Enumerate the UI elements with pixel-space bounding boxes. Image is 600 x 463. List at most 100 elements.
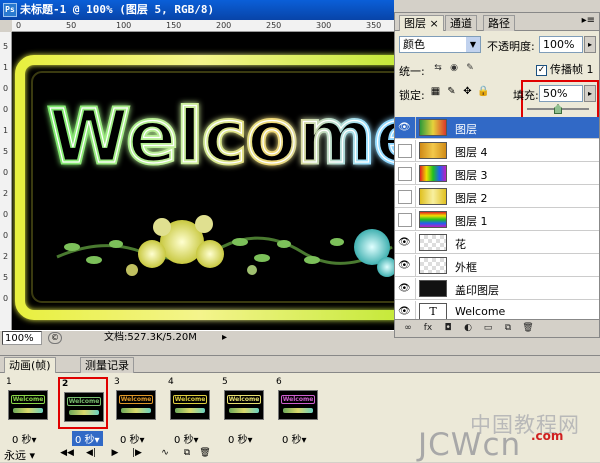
opacity-input[interactable]: 100% bbox=[539, 36, 583, 53]
layer-thumbnail bbox=[419, 165, 447, 182]
propagate-frame-checkbox[interactable]: ✓ 传播帧 1 bbox=[536, 61, 594, 77]
frame-thumbnail: Welcome bbox=[8, 390, 48, 420]
document-title: 未标题-1 @ 100% (图层 5, RGB/8) bbox=[20, 3, 215, 16]
ruler-tick: 200 bbox=[216, 21, 232, 30]
divider bbox=[415, 255, 416, 277]
frame-thumbnail-text: Welcome bbox=[119, 395, 153, 404]
visibility-toggle[interactable] bbox=[398, 213, 412, 227]
frame-delay-select[interactable]: 0 秒▾ bbox=[120, 431, 145, 446]
visibility-toggle[interactable] bbox=[398, 167, 412, 181]
ruler-tick: 2 bbox=[3, 252, 9, 261]
divider bbox=[415, 140, 416, 162]
frame-thumbnail-text: Welcome bbox=[173, 395, 207, 404]
layer-row[interactable]: 图层 1 bbox=[395, 209, 599, 231]
canvas[interactable]: Welcome Welcome bbox=[12, 32, 394, 330]
fill-arrow-icon[interactable]: ▸ bbox=[584, 85, 596, 102]
lock-image-icon[interactable]: ✎ bbox=[445, 85, 458, 99]
ruler-tick: 5 bbox=[3, 147, 9, 156]
unify-style-icon[interactable]: ✎ bbox=[463, 61, 477, 75]
unify-position-icon[interactable]: ⇆ bbox=[431, 61, 445, 75]
animation-frame[interactable]: 3 Welcome bbox=[112, 377, 162, 429]
animation-frame[interactable]: 5 Welcome bbox=[220, 377, 270, 429]
layer-style-icon[interactable]: fx bbox=[421, 322, 435, 335]
layer-row[interactable]: 👁 T Welcome bbox=[395, 301, 599, 319]
tab-channels[interactable]: 通道 bbox=[445, 15, 477, 31]
ruler-tick: 350 bbox=[366, 21, 382, 30]
animation-frame[interactable]: 2 Welcome bbox=[58, 377, 108, 429]
unify-visibility-icon[interactable]: ◉ bbox=[447, 61, 461, 75]
opacity-arrow-icon[interactable]: ▸ bbox=[584, 36, 596, 53]
eye-icon[interactable]: 👁 bbox=[398, 305, 412, 319]
layer-row[interactable]: 👁 外框 bbox=[395, 255, 599, 277]
first-frame-icon[interactable]: ◀◀ bbox=[60, 447, 74, 460]
divider bbox=[415, 301, 416, 319]
layers-panel: 图层 × 通道 路径 ▸≡ 颜色 ▼ 不透明度: 100% ▸ 统一: ⇆ ◉ … bbox=[394, 12, 600, 338]
ruler-tick: 2 bbox=[3, 189, 9, 198]
next-frame-icon[interactable]: |▶ bbox=[130, 447, 144, 460]
frame-thumbnail-flowers bbox=[69, 410, 99, 415]
fill-input[interactable]: 50% bbox=[539, 85, 583, 102]
layer-row[interactable]: 👁 花 bbox=[395, 232, 599, 254]
loop-select[interactable]: 永远 ▾ bbox=[4, 447, 35, 463]
layer-row[interactable]: 👁 盖印图层 bbox=[395, 278, 599, 300]
animation-frame[interactable]: 6 Welcome bbox=[274, 377, 324, 429]
frame-delay-select[interactable]: 0 秒▾ bbox=[12, 431, 37, 446]
zoom-field[interactable]: 100% bbox=[2, 331, 42, 345]
tab-animation-frames[interactable]: 动画(帧) bbox=[4, 357, 56, 373]
delete-frame-icon[interactable]: 🗑 bbox=[198, 447, 212, 460]
opacity-label: 不透明度: bbox=[487, 40, 535, 53]
panel-menu-icon[interactable]: ▸≡ bbox=[582, 15, 595, 26]
layer-thumbnail bbox=[419, 119, 447, 136]
previous-frame-icon[interactable]: ◀| bbox=[84, 447, 98, 460]
duplicate-frame-icon[interactable]: ⧉ bbox=[180, 447, 194, 460]
link-layers-icon[interactable]: ∞ bbox=[401, 322, 415, 335]
frame-number: 4 bbox=[168, 377, 174, 387]
animation-frame[interactable]: 4 Welcome bbox=[166, 377, 216, 429]
play-icon[interactable]: ▶ bbox=[108, 447, 122, 460]
new-layer-icon[interactable]: ⧉ bbox=[501, 322, 515, 335]
ruler-tick: 0 bbox=[3, 231, 9, 240]
frame-number: 1 bbox=[6, 377, 12, 387]
frame-delay-select[interactable]: 0 秒▾ bbox=[228, 431, 253, 446]
eye-icon[interactable]: 👁 bbox=[398, 259, 412, 273]
layer-row[interactable]: 图层 3 bbox=[395, 163, 599, 185]
frame-delay-select[interactable]: 0 秒▾ bbox=[174, 431, 199, 446]
layer-row[interactable]: 👁 图层 bbox=[395, 117, 599, 139]
layer-thumbnail bbox=[419, 257, 447, 274]
adjustment-layer-icon[interactable]: ◐ bbox=[461, 322, 475, 335]
text-layer-icon: T bbox=[419, 303, 447, 319]
blend-mode-value: 颜色 bbox=[403, 38, 425, 51]
lock-transparency-icon[interactable]: ▦ bbox=[429, 85, 442, 99]
document-title-bar[interactable]: Ps 未标题-1 @ 100% (图层 5, RGB/8) bbox=[0, 0, 394, 20]
layer-row[interactable]: 图层 4 bbox=[395, 140, 599, 162]
animation-frame[interactable]: 1 Welcome bbox=[4, 377, 54, 429]
tab-paths[interactable]: 路径 bbox=[483, 15, 515, 31]
status-arrow-icon[interactable]: ▸ bbox=[222, 331, 227, 345]
fill-label: 填充: bbox=[513, 89, 539, 102]
layer-row[interactable]: 图层 2 bbox=[395, 186, 599, 208]
tab-measurement-log[interactable]: 测量记录 bbox=[80, 357, 134, 373]
watermark-com: .com bbox=[531, 429, 564, 443]
eye-icon[interactable]: 👁 bbox=[398, 236, 412, 250]
frame-delay-select[interactable]: 0 秒▾ bbox=[72, 431, 103, 446]
lock-position-icon[interactable]: ✥ bbox=[461, 85, 474, 99]
frame-thumbnail: Welcome bbox=[278, 390, 318, 420]
lock-all-icon[interactable]: 🔒 bbox=[477, 85, 490, 99]
visibility-toggle[interactable] bbox=[398, 190, 412, 204]
status-menu-icon[interactable]: © bbox=[48, 332, 62, 344]
blend-mode-select[interactable]: 颜色 ▼ bbox=[399, 36, 481, 53]
layer-mask-icon[interactable]: ◘ bbox=[441, 322, 455, 335]
delete-layer-icon[interactable]: 🗑 bbox=[521, 322, 535, 335]
eye-icon[interactable]: 👁 bbox=[398, 121, 412, 135]
new-group-icon[interactable]: ▭ bbox=[481, 322, 495, 335]
tab-layers[interactable]: 图层 × bbox=[399, 15, 444, 31]
visibility-toggle[interactable] bbox=[398, 144, 412, 158]
layer-thumbnail bbox=[419, 188, 447, 205]
eye-icon[interactable]: 👁 bbox=[398, 282, 412, 296]
document-window: Ps 未标题-1 @ 100% (图层 5, RGB/8) 0 50 100 150 2… bbox=[0, 0, 394, 345]
tween-icon[interactable]: ∿ bbox=[158, 447, 172, 460]
watermark-english: JCWcn bbox=[418, 427, 522, 463]
frame-delay-select[interactable]: 0 秒▾ bbox=[282, 431, 307, 446]
layers-footer: ∞ fx ◘ ◐ ▭ ⧉ 🗑 bbox=[395, 319, 599, 337]
ruler-tick: 5 bbox=[3, 273, 9, 282]
